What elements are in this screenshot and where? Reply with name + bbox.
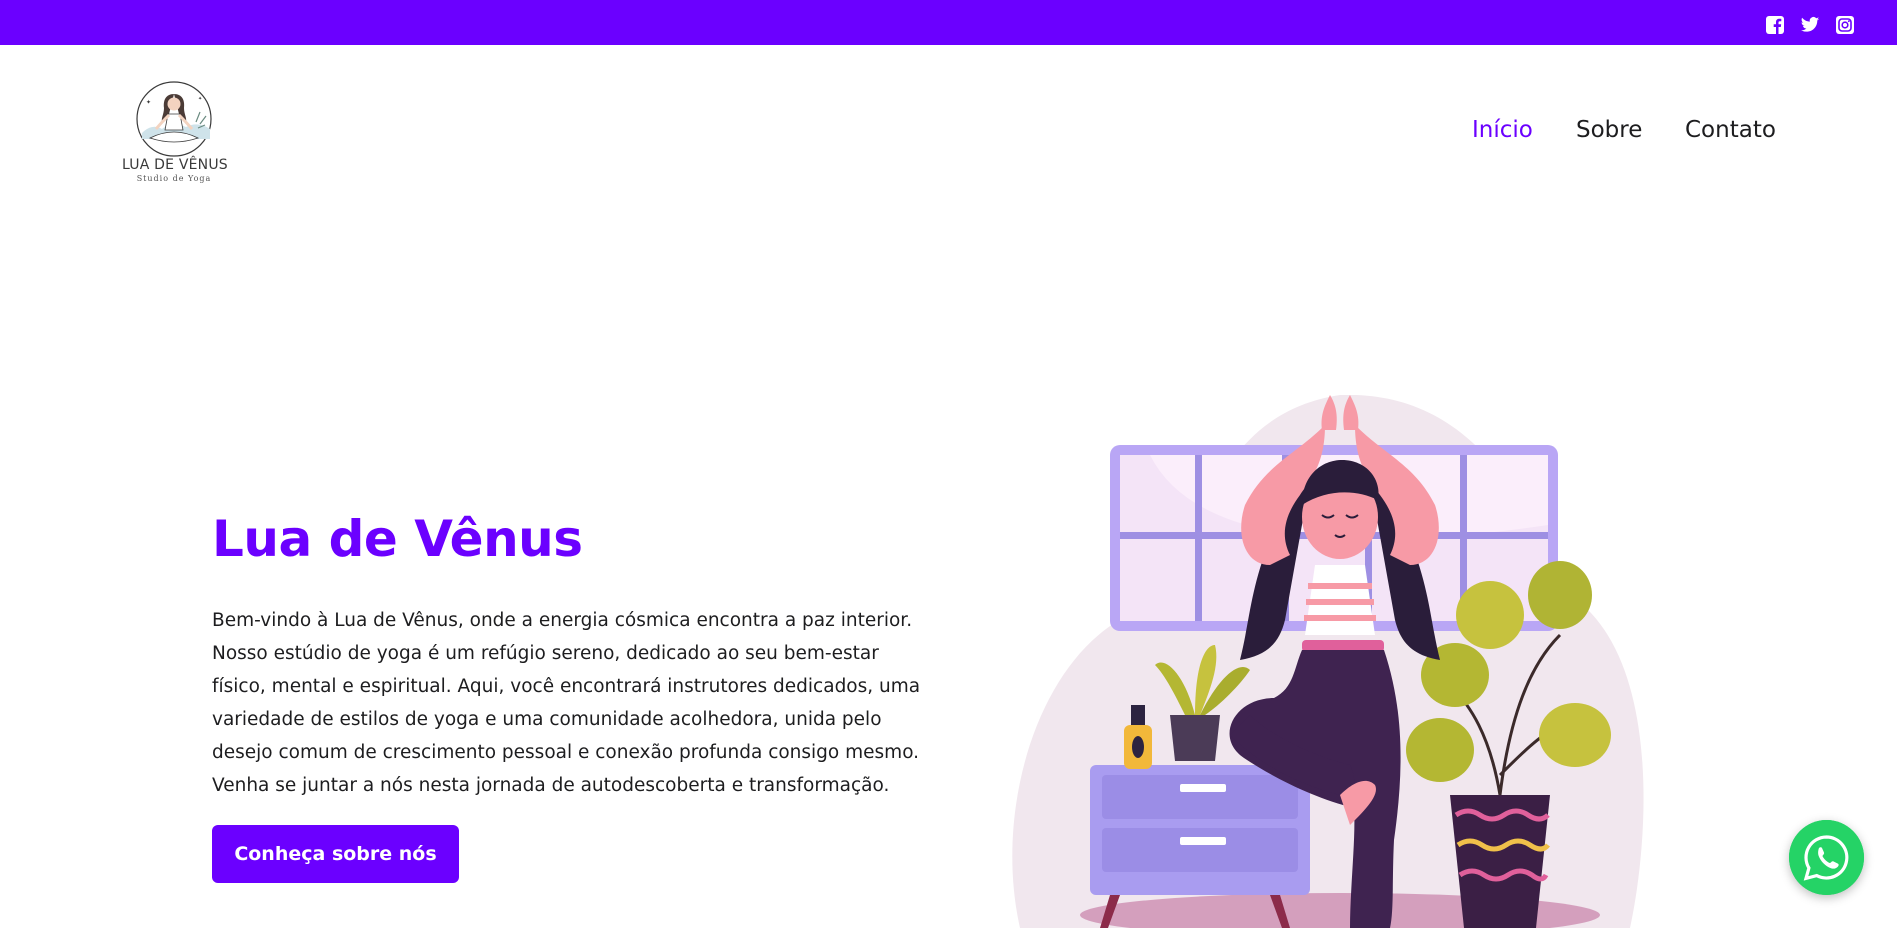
about-us-button[interactable]: Conheça sobre nós bbox=[212, 825, 459, 883]
twitter-icon[interactable] bbox=[1800, 15, 1820, 35]
logo-name: LUA DE VÊNUS bbox=[122, 157, 228, 173]
hero-title: Lua de Vênus bbox=[212, 510, 583, 568]
svg-text:✦: ✦ bbox=[198, 96, 202, 102]
nav-sobre[interactable]: Sobre bbox=[1576, 117, 1642, 143]
whatsapp-icon[interactable] bbox=[1789, 820, 1864, 895]
hero-description: Bem-vindo à Lua de Vênus, onde a energia… bbox=[212, 610, 921, 796]
nav-inicio[interactable]: Início bbox=[1472, 117, 1533, 143]
nav-contato[interactable]: Contato bbox=[1685, 117, 1776, 143]
instagram-icon[interactable] bbox=[1835, 15, 1855, 35]
yoga-illustration bbox=[1010, 394, 1660, 932]
facebook-icon[interactable] bbox=[1765, 15, 1785, 35]
logo-subtitle: Studio de Yoga bbox=[136, 174, 212, 183]
top-bar bbox=[0, 0, 1897, 45]
svg-text:✦: ✦ bbox=[146, 99, 151, 106]
logo[interactable]: ✦ ✦ LUA DE VÊNUS Studio de Yoga bbox=[122, 78, 228, 188]
meditating-woman-logo-icon: ✦ ✦ bbox=[136, 81, 212, 157]
